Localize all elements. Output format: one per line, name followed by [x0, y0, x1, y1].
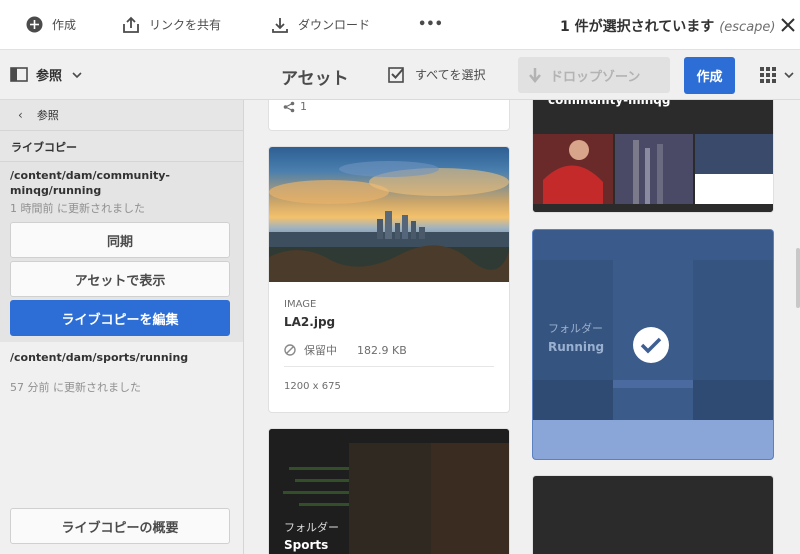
create-button[interactable]: 作成 — [684, 57, 735, 94]
livecopy-item: /content/dam/community-minqg/running 1 時… — [0, 161, 243, 342]
chevron-down-icon — [784, 72, 794, 79]
more-actions-button[interactable]: ••• — [418, 0, 443, 50]
download-action[interactable]: ダウンロード — [271, 0, 370, 50]
pending-status-icon — [284, 344, 296, 356]
add-circle-icon — [26, 16, 43, 33]
share-link-action[interactable]: リンクを共有 — [122, 0, 221, 50]
share-count: 1 — [283, 100, 307, 113]
rail-icon — [10, 67, 28, 82]
sync-button[interactable]: 同期 — [10, 222, 230, 258]
folder-name: Sports — [284, 538, 329, 552]
chevron-down-icon — [72, 71, 82, 78]
livecopy-updated: 1 時間前 に更新されました — [10, 202, 145, 215]
asset-status: 保留中 — [304, 344, 337, 357]
selection-count-text: 1 件が選択されています — [560, 19, 715, 35]
create-action[interactable]: 作成 — [26, 0, 76, 50]
asset-grid: 1 IMAGE LA2.jpg 保留中 182.9 KB 1200 x 675 … — [245, 100, 800, 554]
left-rail: ‹ 参照 ライブコピー /content/dam/community-minqg… — [0, 100, 244, 554]
livecopy-path: /content/dam/sports/running — [10, 351, 189, 364]
folder-card-running[interactable]: フォルダー Running — [533, 230, 773, 459]
folder-name: Running — [548, 340, 605, 354]
livecopy-overview-button[interactable]: ライブコピーの概要 — [10, 508, 230, 544]
select-all-button[interactable]: すべてを選択 — [388, 66, 485, 83]
folder-card[interactable] — [533, 476, 773, 554]
folder-thumbnail — [269, 429, 509, 554]
rail-toggle-button[interactable]: 参照 — [10, 65, 90, 84]
livecopy-item[interactable]: /content/dam/sports/running 57 分前 に更新されま… — [0, 342, 243, 403]
livecopy-path: /content/dam/community-minqg/running — [10, 169, 170, 196]
dropzone-label: ドロップゾーン — [550, 69, 641, 85]
rail-back-button[interactable]: ‹ 参照 — [0, 100, 243, 130]
selected-check-icon — [633, 327, 669, 363]
asset-card[interactable]: 1 — [269, 100, 509, 130]
folder-type-label: フォルダー — [284, 521, 339, 534]
page-title: アセット — [281, 69, 349, 89]
share-count-value: 1 — [300, 100, 307, 113]
create-action-label: 作成 — [52, 18, 77, 32]
asset-size: 182.9 KB — [357, 343, 407, 357]
card-view-icon — [760, 67, 776, 83]
download-label: ダウンロード — [298, 18, 371, 32]
city-skyline-image — [269, 161, 509, 282]
chevron-left-icon: ‹ — [18, 108, 23, 122]
asset-thumbnail — [269, 147, 509, 282]
rail-back-label: 参照 — [36, 109, 59, 122]
scrollbar[interactable] — [796, 248, 800, 308]
livecopy-updated: 57 分前 に更新されました — [10, 381, 141, 394]
show-in-assets-button[interactable]: アセットで表示 — [10, 261, 230, 297]
folder-type-label: フォルダー — [548, 322, 603, 335]
action-bar: 参照 アセット すべてを選択 ドロップゾーン 作成 — [0, 50, 800, 100]
share-link-label: リンクを共有 — [149, 18, 222, 32]
asset-dimensions: 1200 x 675 — [284, 381, 341, 392]
asset-type: IMAGE — [284, 299, 317, 310]
selection-toolbar: 作成 リンクを共有 ダウンロード ••• 1 件が選択されています (escape… — [0, 0, 800, 50]
dropzone-button: ドロップゾーン — [518, 57, 670, 93]
escape-hint: (escape) — [719, 20, 776, 35]
drop-arrow-icon — [529, 68, 541, 83]
share-icon — [123, 16, 139, 33]
selection-count: 1 件が選択されています (escape) — [560, 16, 775, 36]
share-node-icon — [283, 101, 295, 112]
select-all-label: すべてを選択 — [415, 68, 486, 82]
folder-thumbnail — [533, 100, 773, 212]
folder-name: community-minqg — [548, 100, 671, 107]
asset-name: LA2.jpg — [284, 315, 336, 329]
asset-card-la2[interactable]: IMAGE LA2.jpg 保留中 182.9 KB 1200 x 675 — [269, 147, 509, 412]
checkbox-icon — [388, 67, 404, 83]
close-selection-icon[interactable] — [779, 16, 797, 34]
download-icon — [272, 17, 288, 33]
folder-card-community[interactable]: community-minqg — [533, 100, 773, 212]
asset-meta: IMAGE LA2.jpg 保留中 182.9 KB 1200 x 675 — [284, 299, 494, 392]
rail-toggle-label: 参照 — [36, 69, 63, 84]
asset-status-row: 保留中 182.9 KB — [284, 342, 494, 367]
view-switcher[interactable] — [760, 67, 794, 83]
edit-livecopy-button[interactable]: ライブコピーを編集 — [10, 300, 230, 336]
rail-heading: ライブコピー — [0, 130, 243, 161]
folder-card-sports[interactable]: フォルダー Sports — [269, 429, 509, 554]
